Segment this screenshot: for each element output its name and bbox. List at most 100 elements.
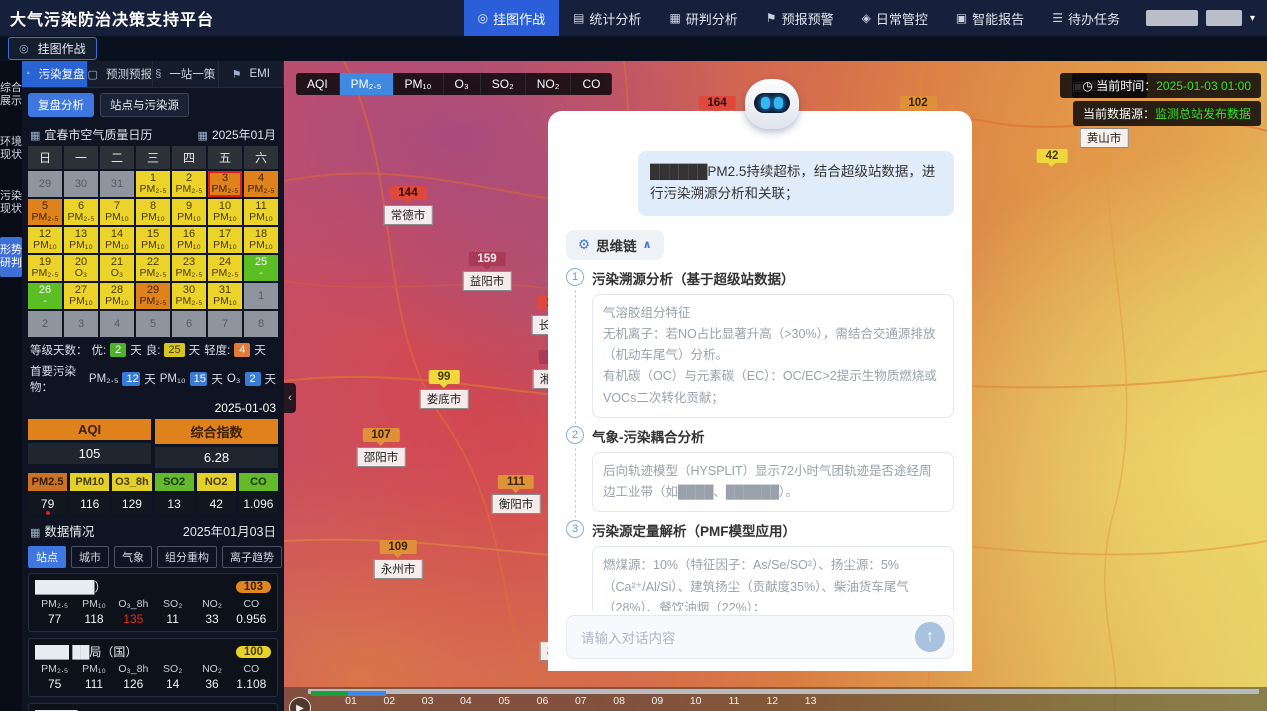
calendar-day-cell[interactable]: 23PM₂.₅ bbox=[172, 255, 206, 281]
calendar-day-cell[interactable]: 30 bbox=[64, 171, 98, 197]
pollutant-chip-header[interactable]: CO bbox=[239, 473, 278, 491]
timeline-tick[interactable]: 05 bbox=[498, 695, 510, 707]
timeline-tick[interactable]: 08 bbox=[613, 695, 625, 707]
city-marker-永州市[interactable]: 109永州市 bbox=[374, 540, 423, 579]
station-card[interactable]: ████ ██局（国）100PM₂.₅PM₁₀O₃_8hSO₂NO₂CO7511… bbox=[28, 638, 278, 697]
calendar-month-picker[interactable]: ▦2025年01月 bbox=[198, 126, 276, 143]
calendar-day-cell[interactable]: 31PM₁₀ bbox=[208, 283, 242, 309]
calendar-day-cell[interactable]: 16PM₁₀ bbox=[172, 227, 206, 253]
station-card[interactable]: ███████）103PM₂.₅PM₁₀O₃_8hSO₂NO₂CO7711813… bbox=[28, 573, 278, 632]
pollutant-chip-header[interactable]: PM10 bbox=[70, 473, 109, 491]
nav-item-智能报告[interactable]: ▣智能报告 bbox=[942, 0, 1038, 36]
calendar-day-cell[interactable]: 30PM₂.₅ bbox=[172, 283, 206, 309]
calendar-day-cell[interactable]: 25- bbox=[244, 255, 278, 281]
calendar-day-cell[interactable]: 18PM₁₀ bbox=[244, 227, 278, 253]
calendar-day-cell[interactable]: 17PM₁₀ bbox=[208, 227, 242, 253]
map-tab-CO[interactable]: CO bbox=[571, 73, 612, 95]
nav-item-统计分析[interactable]: ▤统计分析 bbox=[559, 0, 655, 36]
calendar-day-cell[interactable]: 4 bbox=[100, 311, 134, 337]
calendar-day-cell[interactable]: 7 bbox=[208, 311, 242, 337]
user-caret-icon[interactable]: ▾ bbox=[1250, 13, 1255, 24]
timeline-tick[interactable]: 01 bbox=[345, 695, 357, 707]
calendar-day-cell[interactable]: 22PM₂.₅ bbox=[136, 255, 170, 281]
city-marker-邵阳市[interactable]: 107邵阳市 bbox=[357, 428, 406, 467]
data-tab-气象[interactable]: 气象 bbox=[114, 546, 152, 568]
calendar-day-cell[interactable]: 10PM₁₀ bbox=[208, 199, 242, 225]
chat-input[interactable]: 请输入对话内容 ↑ bbox=[566, 615, 954, 659]
rail-item-形势研判[interactable]: 形势研判 bbox=[0, 237, 22, 277]
calendar-day-cell[interactable]: 12PM₁₀ bbox=[28, 227, 62, 253]
calendar-day-cell[interactable]: 13PM₁₀ bbox=[64, 227, 98, 253]
timeline-tick[interactable]: 04 bbox=[460, 695, 472, 707]
calendar-day-cell[interactable]: 6PM₂.₅ bbox=[64, 199, 98, 225]
calendar-day-cell[interactable]: 7PM₁₀ bbox=[100, 199, 134, 225]
data-tab-组分重构[interactable]: 组分重构 bbox=[157, 546, 217, 568]
timeline-tick[interactable]: 03 bbox=[422, 695, 434, 707]
map-tab-O₃[interactable]: O₃ bbox=[444, 73, 481, 95]
timeline-tick[interactable]: 09 bbox=[652, 695, 664, 707]
nav-item-日常管控[interactable]: ◈日常管控 bbox=[848, 0, 942, 36]
chat-scroll-area[interactable]: ██████PM2.5持续超标，结合超级站数据，进行污染溯源分析和关联； ⚙ 思… bbox=[566, 145, 954, 611]
timeline-tick[interactable]: 07 bbox=[575, 695, 587, 707]
calendar-day-cell[interactable]: 8 bbox=[244, 311, 278, 337]
panel-button-站点与污染源[interactable]: 站点与污染源 bbox=[100, 93, 189, 117]
timeline[interactable]: 01020304050607080910111213 ▶ bbox=[284, 687, 1267, 711]
timeline-tick[interactable]: 12 bbox=[766, 695, 778, 707]
calendar-day-cell[interactable]: 9PM₁₀ bbox=[172, 199, 206, 225]
data-tab-站点[interactable]: 站点 bbox=[28, 546, 66, 568]
timeline-tick[interactable]: 02 bbox=[383, 695, 395, 707]
calendar-day-cell[interactable]: 21O₃ bbox=[100, 255, 134, 281]
panel-tab-EMI[interactable]: ⚑EMI bbox=[219, 61, 285, 87]
panel-button-复盘分析[interactable]: 复盘分析 bbox=[28, 93, 94, 117]
city-marker-娄底市[interactable]: 99娄底市 bbox=[420, 370, 469, 409]
pollutant-chip-header[interactable]: PM2.5 bbox=[28, 473, 67, 491]
rail-item-污染现状[interactable]: 污染现状 bbox=[0, 183, 22, 223]
data-tab-离子趋势[interactable]: 离子趋势 bbox=[222, 546, 282, 568]
calendar-day-cell[interactable]: 28PM₁₀ bbox=[100, 283, 134, 309]
map-tab-PM₂.₅[interactable]: PM₂.₅ bbox=[340, 73, 394, 95]
send-button[interactable]: ↑ bbox=[915, 622, 945, 652]
calendar-day-cell[interactable]: 31 bbox=[100, 171, 134, 197]
pollutant-chip-header[interactable]: SO2 bbox=[155, 473, 194, 491]
tab-guatu-zuozhan[interactable]: ◎ 挂图作战 bbox=[8, 37, 97, 60]
rail-item-环境现状[interactable]: 环境现状 bbox=[0, 129, 22, 169]
calendar-day-cell[interactable]: 29PM₂.₅ bbox=[136, 283, 170, 309]
nav-item-挂图作战[interactable]: ◎挂图作战 bbox=[464, 0, 560, 36]
calendar-day-cell[interactable]: 4PM₂.₅ bbox=[244, 171, 278, 197]
calendar-day-cell[interactable]: 2PM₂.₅ bbox=[172, 171, 206, 197]
calendar-day-cell[interactable]: 29 bbox=[28, 171, 62, 197]
map-tab-AQI[interactable]: AQI bbox=[296, 73, 340, 95]
timeline-tick[interactable]: 11 bbox=[729, 695, 740, 707]
calendar-day-cell[interactable]: 24PM₂.₅ bbox=[208, 255, 242, 281]
calendar-day-cell[interactable]: 5 bbox=[136, 311, 170, 337]
rail-item-综合展示[interactable]: 综合展示 bbox=[0, 75, 22, 115]
thought-chain-toggle[interactable]: ⚙ 思维链 ∧ bbox=[566, 230, 664, 260]
user-box[interactable]: ▾ bbox=[1134, 10, 1267, 26]
calendar-day-cell[interactable]: 27PM₁₀ bbox=[64, 283, 98, 309]
nav-item-预报预警[interactable]: ⚑预报预警 bbox=[752, 0, 848, 36]
timeline-tick[interactable]: 10 bbox=[690, 695, 702, 707]
map-tab-PM₁₀[interactable]: PM₁₀ bbox=[394, 73, 444, 95]
pollutant-chip-header[interactable]: NO2 bbox=[197, 473, 236, 491]
timeline-track[interactable] bbox=[308, 689, 1259, 694]
pollutant-chip-header[interactable]: O3_8h bbox=[112, 473, 151, 491]
calendar-day-cell[interactable]: 26- bbox=[28, 283, 62, 309]
city-marker[interactable]: 42 bbox=[1037, 149, 1068, 163]
city-marker-衡阳市[interactable]: 111衡阳市 bbox=[492, 475, 541, 514]
panel-tab-一站一策[interactable]: §一站一策 bbox=[153, 61, 219, 87]
panel-collapse-handle[interactable]: ‹ bbox=[284, 383, 296, 413]
calendar-day-cell[interactable]: 2 bbox=[28, 311, 62, 337]
play-button[interactable]: ▶ bbox=[289, 697, 311, 711]
nav-item-研判分析[interactable]: ▦研判分析 bbox=[655, 0, 751, 36]
calendar-day-cell[interactable]: 8PM₁₀ bbox=[136, 199, 170, 225]
timeline-tick[interactable]: 06 bbox=[537, 695, 549, 707]
calendar-day-cell[interactable]: 3 bbox=[64, 311, 98, 337]
calendar-day-cell[interactable]: 1 bbox=[244, 283, 278, 309]
map-tab-SO₂[interactable]: SO₂ bbox=[481, 73, 526, 95]
calendar-day-cell[interactable]: 20O₃ bbox=[64, 255, 98, 281]
station-card[interactable]: █████（国）113PM₂.₅PM₁₀O₃_8hSO₂NO₂CO8511813… bbox=[28, 703, 278, 711]
calendar-day-cell[interactable]: 19PM₂.₅ bbox=[28, 255, 62, 281]
city-marker-益阳市[interactable]: 159益阳市 bbox=[463, 252, 512, 291]
city-marker-黄山市[interactable]: 黄山市 bbox=[1080, 123, 1129, 148]
calendar-day-cell[interactable]: 1PM₂.₅ bbox=[136, 171, 170, 197]
